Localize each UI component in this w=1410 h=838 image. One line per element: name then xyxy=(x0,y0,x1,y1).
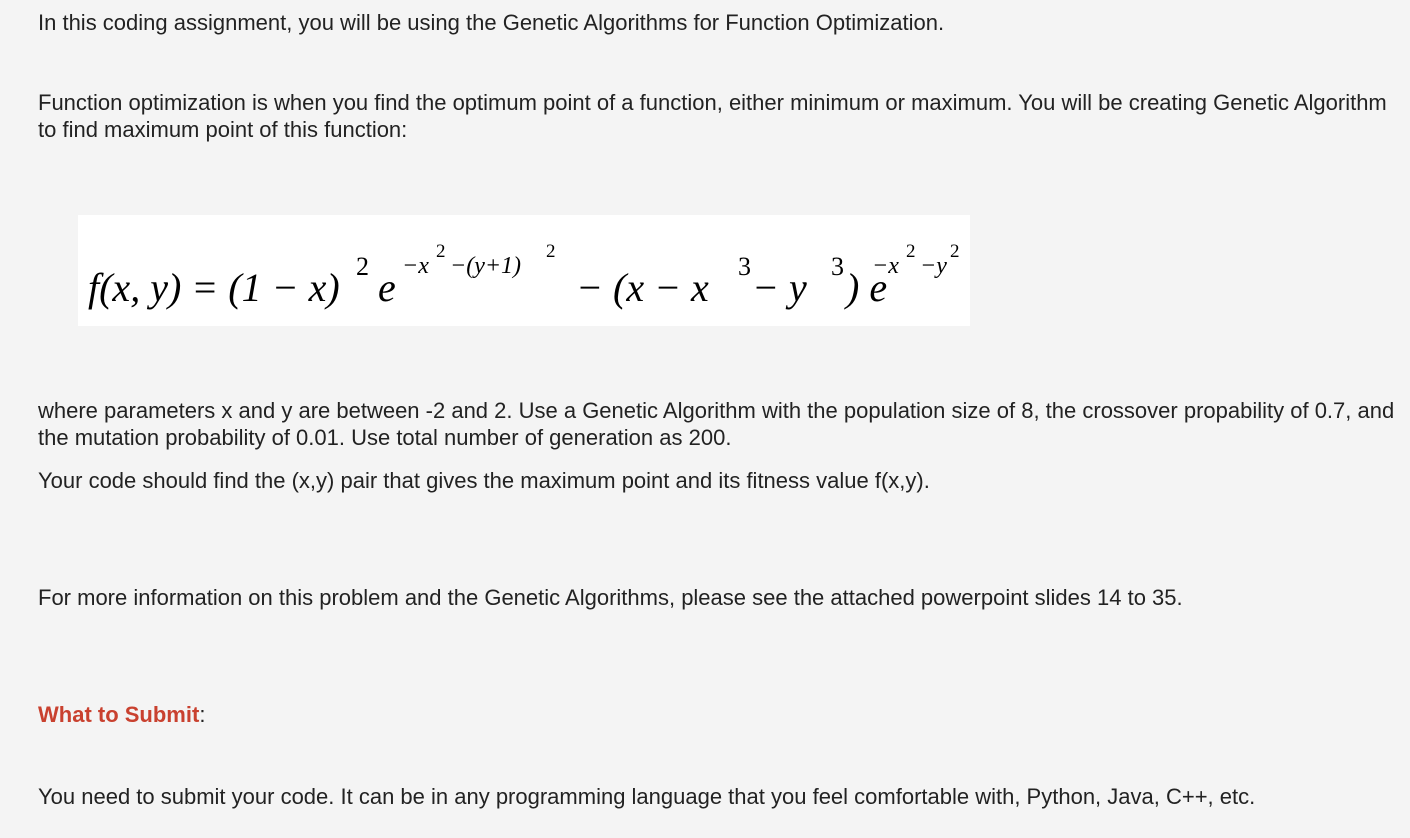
formula-mid2: − y xyxy=(752,265,807,310)
formula-exp1-sq: 2 xyxy=(436,241,446,262)
formula-cube2: 3 xyxy=(831,252,844,281)
submit-heading-title: What to Submit xyxy=(38,702,200,727)
formula-square: 2 xyxy=(356,252,369,281)
formula-exp2-sq: 2 xyxy=(906,241,916,262)
formula-exp1-b: −(y+1) xyxy=(450,253,521,279)
intro-paragraph: In this coding assignment, you will be u… xyxy=(38,10,945,35)
formula-exp1-sq2: 2 xyxy=(546,241,556,262)
formula-mid: − (x − x xyxy=(576,265,709,310)
formula-exp1-a: −x xyxy=(402,253,429,279)
parameters-paragraph: where parameters x and y are between -2 … xyxy=(38,398,1395,450)
formula-image: f(x, y) = (1 − x) 2 e −x 2 −(y+1) 2 − (x… xyxy=(78,215,970,326)
formula-lhs: f(x, y) = (1 − x) xyxy=(88,265,340,310)
submit-heading: What to Submit: xyxy=(38,701,1398,728)
goal-paragraph: Your code should find the (x,y) pair tha… xyxy=(38,468,930,493)
more-info-paragraph: For more information on this problem and… xyxy=(38,585,1183,610)
submit-heading-colon: : xyxy=(199,702,206,727)
submit-paragraph: You need to submit your code. It can be … xyxy=(38,784,1256,809)
formula-exp2-b: −y xyxy=(920,253,947,279)
formula-e1: e xyxy=(378,265,396,310)
formula-cube1: 3 xyxy=(738,252,751,281)
formula-exp2-sq2: 2 xyxy=(950,241,960,262)
formula-exp2-a: −x xyxy=(872,253,899,279)
definition-paragraph: Function optimization is when you find t… xyxy=(38,90,1387,142)
